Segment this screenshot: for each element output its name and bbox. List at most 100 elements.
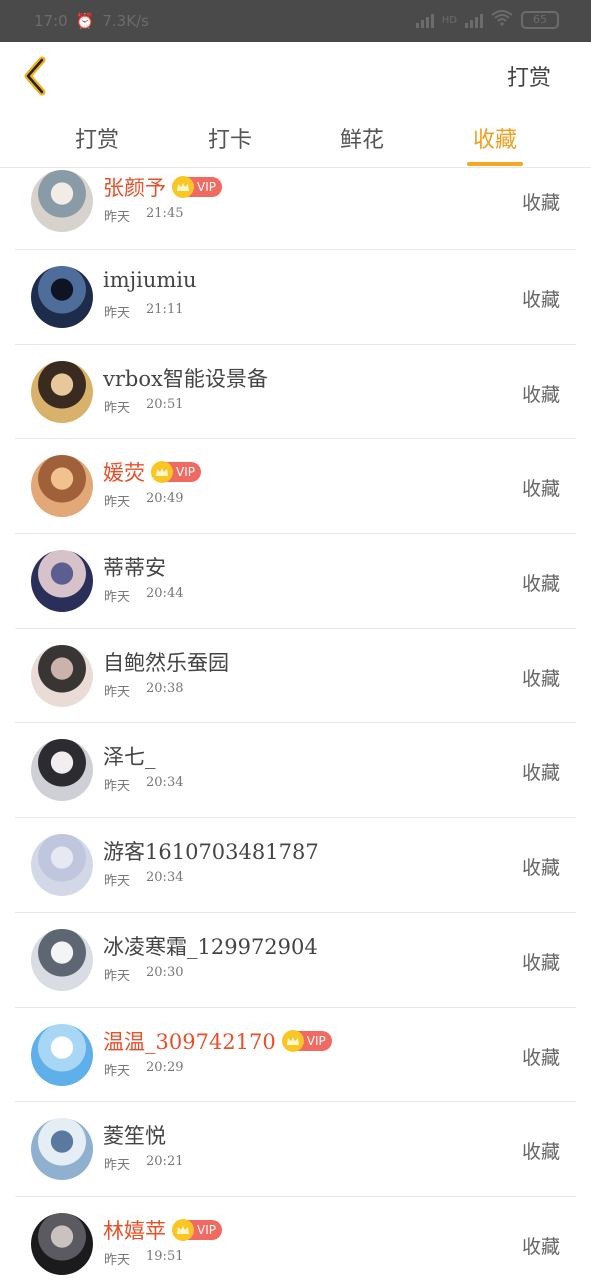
vip-badge: VIP xyxy=(151,461,201,484)
favorite-action-label: 收藏 xyxy=(521,1235,560,1258)
timestamp: 昨天 20:44 xyxy=(104,586,183,605)
list-item[interactable]: vrbox智能设景备 昨天 20:51 收藏 xyxy=(15,345,576,440)
favorite-action-label: 收藏 xyxy=(521,1141,560,1164)
tab-checkin[interactable]: 打卡 xyxy=(190,122,270,166)
crown-icon xyxy=(172,1218,194,1241)
user-name-row: 自鲍然乐蚕园 xyxy=(103,647,229,677)
timestamp: 昨天 20:34 xyxy=(104,775,183,794)
vip-label: VIP xyxy=(176,465,195,480)
timestamp-time: 20:21 xyxy=(146,1154,184,1170)
avatar[interactable] xyxy=(31,1023,93,1086)
crown-icon xyxy=(172,176,194,198)
user-name-row: 菱笙悦 xyxy=(103,1120,166,1150)
vip-label: VIP xyxy=(306,1033,326,1048)
timestamp: 昨天 20:34 xyxy=(104,870,183,889)
timestamp-day: 昨天 xyxy=(104,495,131,511)
favorite-action-label: 收藏 xyxy=(521,192,560,214)
timestamp-time: 20:34 xyxy=(146,775,184,791)
list-item[interactable]: 游客1610703481787 昨天 20:34 收藏 xyxy=(15,818,576,913)
crown-icon xyxy=(151,461,173,484)
list-item[interactable]: 媛荧 VIP 昨天 20:49 收藏 xyxy=(15,439,576,535)
timestamp-day: 昨天 xyxy=(104,400,131,416)
signal-icon xyxy=(415,12,434,28)
user-name-row: 媛荧 VIP xyxy=(103,457,201,487)
timestamp: 昨天 21:11 xyxy=(104,302,183,321)
timestamp-day: 昨天 xyxy=(104,874,131,890)
avatar[interactable] xyxy=(31,360,93,423)
user-name-row: 林嬉苹 VIP xyxy=(103,1215,222,1245)
favorite-action-label: 收藏 xyxy=(521,478,560,501)
tab-active-indicator xyxy=(467,162,523,166)
avatar[interactable] xyxy=(31,928,93,991)
avatar[interactable] xyxy=(31,1118,93,1181)
avatar[interactable] xyxy=(31,644,93,707)
timestamp-time: 20:44 xyxy=(146,586,184,602)
status-time: 17:0 xyxy=(34,12,68,30)
list-item[interactable]: 自鲍然乐蚕园 昨天 20:38 收藏 xyxy=(15,629,576,724)
avatar[interactable] xyxy=(31,266,93,328)
user-name-row: 张颜予 VIP xyxy=(103,172,222,202)
user-name-row: 温温_309742170 VIP xyxy=(103,1026,332,1056)
avatar[interactable] xyxy=(31,455,93,518)
list-item[interactable]: 泽七_ 昨天 20:34 收藏 xyxy=(15,723,576,819)
favorite-action-label: 收藏 xyxy=(521,857,560,880)
network-speed: 7.3K/s xyxy=(102,12,149,30)
user-name: 蒂蒂安 xyxy=(103,556,166,581)
tab-flowers[interactable]: 鲜花 xyxy=(322,122,402,166)
list-item[interactable]: 蒂蒂安 昨天 20:44 收藏 xyxy=(15,534,576,629)
favorite-action-label: 收藏 xyxy=(521,951,560,974)
list-item[interactable]: imjiumiu 昨天 21:11 收藏 xyxy=(15,250,576,345)
tab-reward[interactable]: 打赏 xyxy=(57,122,137,166)
timestamp: 昨天 20:38 xyxy=(104,681,183,700)
user-name-row: 冰凌寒霜_129972904 xyxy=(103,931,318,961)
timestamp-time: 20:34 xyxy=(146,870,184,886)
timestamp: 昨天 20:30 xyxy=(104,965,183,984)
list-item[interactable]: 菱笙悦 昨天 20:21 收藏 xyxy=(15,1102,576,1197)
user-name: 媛荧 xyxy=(103,461,145,486)
user-name: 冰凌寒霜_129972904 xyxy=(103,934,318,959)
list-item[interactable]: 林嬉苹 VIP 昨天 19:51 收藏 xyxy=(15,1197,576,1280)
timestamp-day: 昨天 xyxy=(104,210,131,225)
user-name-row: imjiumiu xyxy=(103,268,197,292)
vip-label: VIP xyxy=(197,180,216,194)
user-name: 游客1610703481787 xyxy=(103,840,319,865)
list-item[interactable]: 张颜予 VIP 昨天 21:45 收藏 xyxy=(15,168,576,250)
user-name: 自鲍然乐蚕园 xyxy=(103,650,229,675)
tab-label: 打赏 xyxy=(74,128,119,153)
timestamp: 昨天 20:51 xyxy=(104,397,183,416)
tab-favorites[interactable]: 收藏 xyxy=(455,122,535,166)
tab-bar: 打赏 打卡 鲜花 收藏 xyxy=(0,112,591,168)
alarm-icon: ⏰ xyxy=(75,12,95,30)
favorites-list: 张颜予 VIP 昨天 21:45 收藏 imjiumiu 昨天 21:11 收藏… xyxy=(15,168,576,1280)
tab-label: 打卡 xyxy=(207,128,252,153)
favorite-action-label: 收藏 xyxy=(521,383,560,406)
favorite-action-label: 收藏 xyxy=(521,762,560,785)
user-name: 泽七_ xyxy=(103,745,156,770)
user-name-row: 蒂蒂安 xyxy=(103,552,166,582)
list-item[interactable]: 温温_309742170 VIP 昨天 20:29 收藏 xyxy=(15,1008,576,1103)
avatar[interactable] xyxy=(31,1212,93,1275)
avatar[interactable] xyxy=(31,834,93,897)
vip-badge: VIP xyxy=(281,1029,332,1052)
user-name-row: vrbox智能设景备 xyxy=(103,363,268,393)
chevron-left-icon[interactable] xyxy=(18,54,58,98)
avatar[interactable] xyxy=(31,550,93,613)
reward-button[interactable]: 打赏 xyxy=(507,60,551,92)
timestamp-time: 20:30 xyxy=(146,964,184,980)
vip-badge: VIP xyxy=(172,1218,222,1241)
list-item[interactable]: 冰凌寒霜_129972904 昨天 20:30 收藏 xyxy=(15,913,576,1008)
timestamp-time: 20:29 xyxy=(146,1059,184,1075)
avatar[interactable] xyxy=(31,739,93,802)
timestamp: 昨天 21:45 xyxy=(104,206,183,225)
user-name: 温温_309742170 xyxy=(103,1029,276,1054)
favorite-action-label: 收藏 xyxy=(521,289,560,311)
timestamp-time: 20:49 xyxy=(146,491,184,507)
timestamp: 昨天 20:49 xyxy=(104,491,183,510)
avatar[interactable] xyxy=(31,170,93,232)
hd-label: HD xyxy=(441,14,457,26)
favorite-action-label: 收藏 xyxy=(521,1046,560,1069)
user-name: 菱笙悦 xyxy=(103,1124,166,1149)
favorite-action-label: 收藏 xyxy=(521,667,560,690)
timestamp-day: 昨天 xyxy=(104,590,131,606)
user-name: vrbox智能设景备 xyxy=(103,366,268,391)
